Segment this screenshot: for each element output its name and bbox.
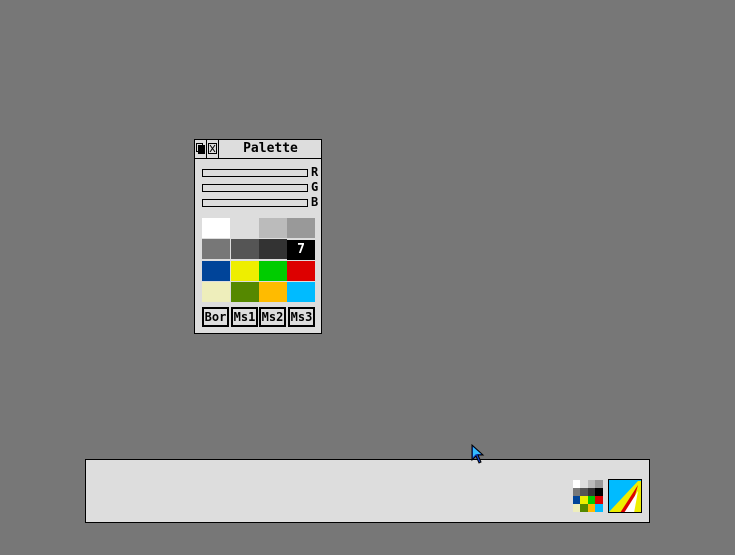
back-icon: [196, 143, 205, 154]
colour-swatch-12[interactable]: [202, 282, 230, 302]
mouse-pointer-icon: [471, 444, 485, 464]
colour-swatch-3[interactable]: [287, 218, 315, 238]
back-button[interactable]: [195, 140, 207, 158]
icon-bar: [85, 459, 650, 523]
palette-window: Palette R G B 7 Bor Ms1 Ms2 Ms3: [194, 139, 322, 334]
colour-swatch-8[interactable]: [202, 261, 230, 281]
colour-swatch-1[interactable]: [231, 218, 259, 238]
slider-red[interactable]: [202, 169, 308, 177]
mouse-1-button[interactable]: Ms1: [231, 307, 258, 327]
slider-label-green: G: [311, 180, 319, 194]
window-title: Palette: [243, 141, 298, 156]
colour-swatch-0[interactable]: [202, 218, 230, 238]
colour-swatch-5[interactable]: [231, 239, 259, 259]
close-button[interactable]: [207, 140, 219, 158]
slider-green[interactable]: [202, 184, 308, 192]
colour-swatch-15[interactable]: [287, 282, 315, 302]
colour-swatch-13[interactable]: [231, 282, 259, 302]
palette-icon[interactable]: [573, 480, 603, 512]
title-bar[interactable]: Palette: [195, 140, 321, 159]
colour-swatch-6[interactable]: [259, 239, 287, 259]
border-button[interactable]: Bor: [202, 307, 229, 327]
colour-swatch-11[interactable]: [287, 261, 315, 281]
colour-swatch-14[interactable]: [259, 282, 287, 302]
mouse-3-button[interactable]: Ms3: [288, 307, 315, 327]
colour-swatch-7[interactable]: 7: [287, 240, 315, 260]
colour-swatch-9[interactable]: [231, 261, 259, 281]
mouse-2-button[interactable]: Ms2: [259, 307, 286, 327]
colour-swatch-2[interactable]: [259, 218, 287, 238]
slider-label-blue: B: [311, 195, 319, 209]
selected-colour-number: 7: [297, 242, 305, 257]
close-icon: [208, 143, 217, 154]
slider-label-red: R: [311, 165, 319, 179]
colour-swatch-4[interactable]: [202, 239, 230, 259]
colour-swatch-10[interactable]: [259, 261, 287, 281]
acorn-icon[interactable]: [608, 479, 642, 513]
slider-blue[interactable]: [202, 199, 308, 207]
